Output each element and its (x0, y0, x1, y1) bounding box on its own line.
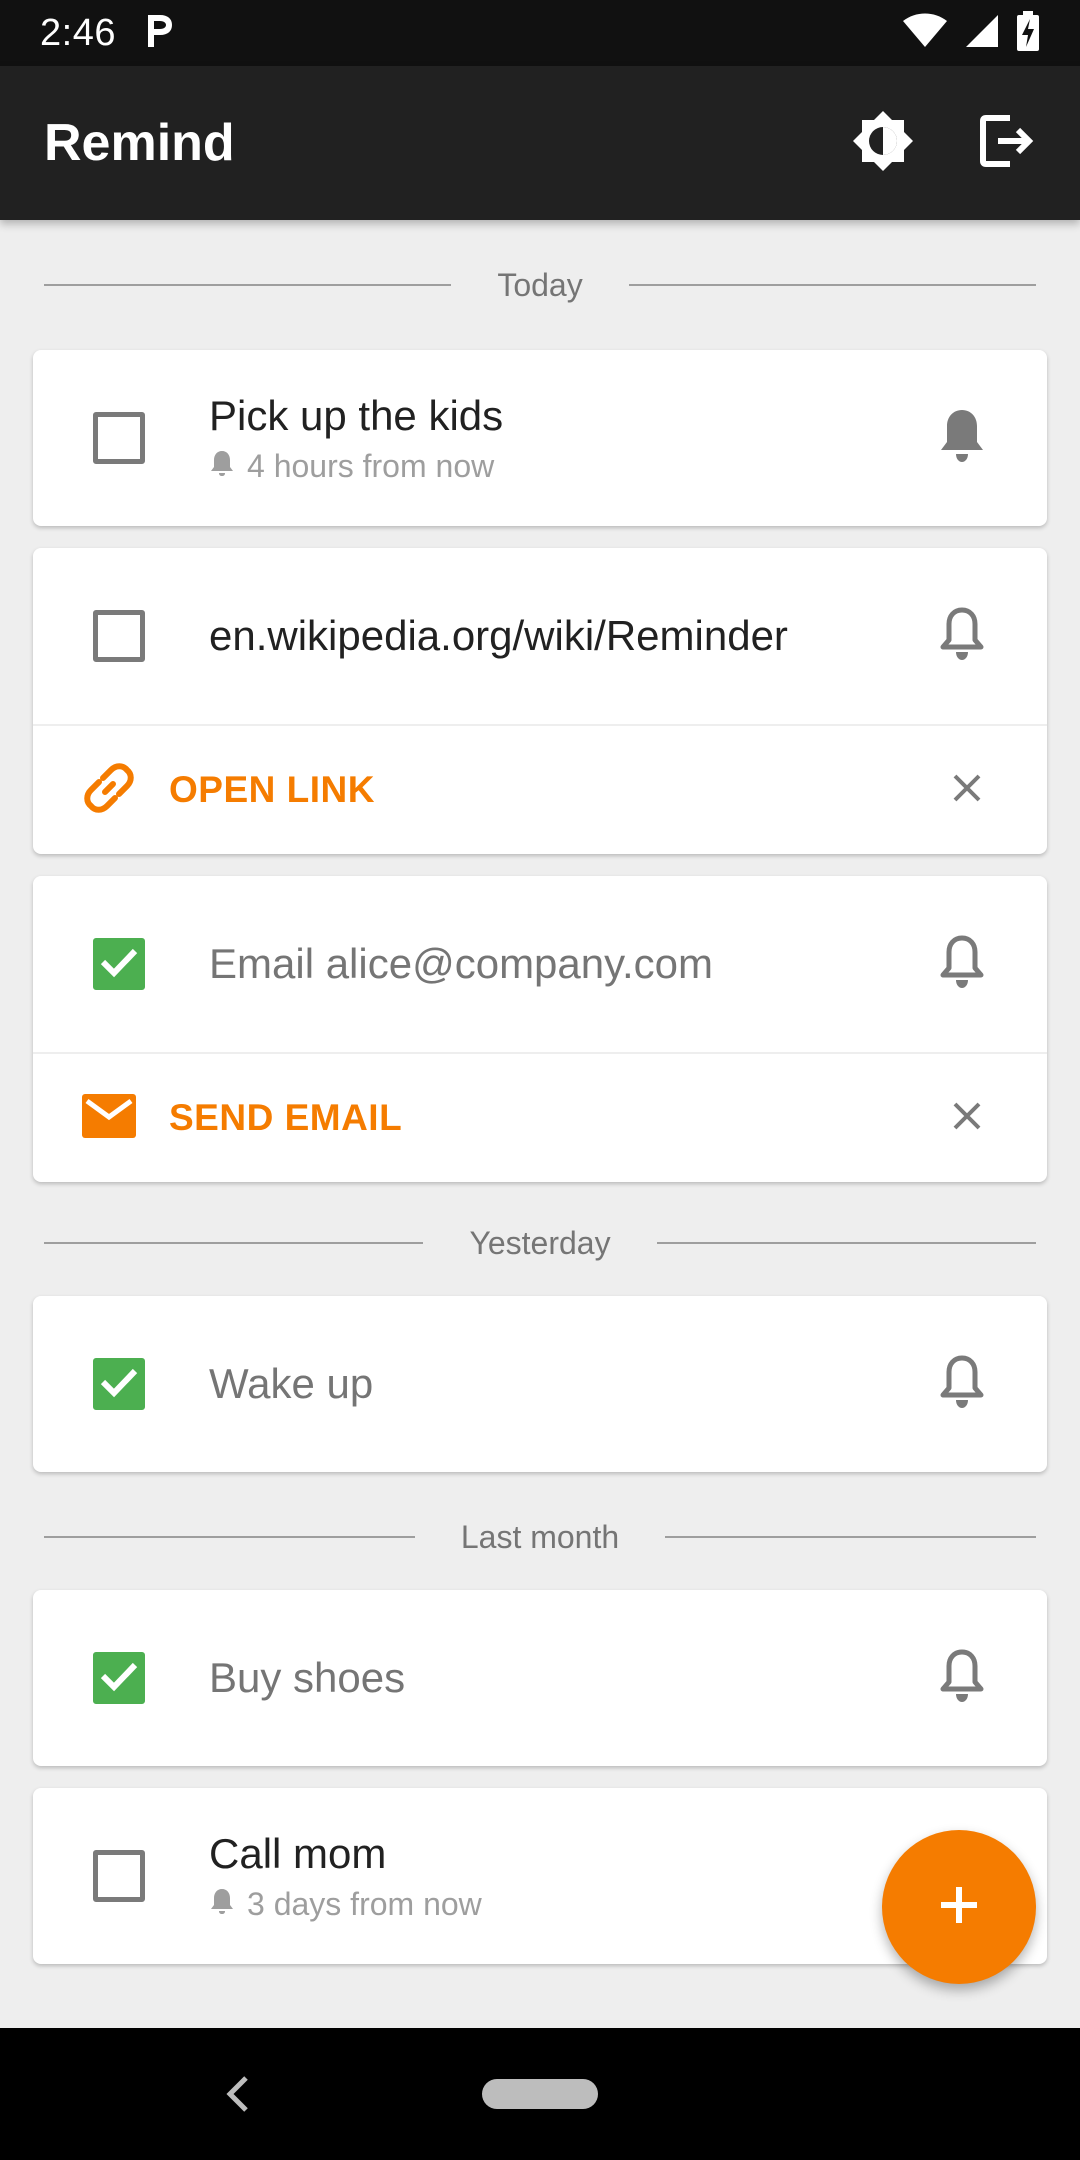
check-icon (99, 945, 139, 984)
email-icon (81, 1093, 137, 1144)
section-header-last-month: Last month (33, 1484, 1047, 1590)
home-button[interactable] (482, 2079, 598, 2109)
link-icon (81, 760, 137, 821)
reminder-due: 3 days from now (209, 1886, 992, 1923)
reminder-title: Email alice@company.com (209, 940, 714, 987)
reminder-title: Pick up the kids (209, 391, 504, 439)
navigation-bar (0, 2028, 1080, 2160)
divider (44, 284, 452, 286)
reminder-card[interactable]: Buy shoes (33, 1590, 1047, 1766)
parking-icon (144, 13, 174, 54)
reminder-bell-button[interactable] (932, 1354, 992, 1414)
reminder-title: en.wikipedia.org/wiki/Reminder (209, 612, 788, 659)
reminder-bell-button[interactable] (932, 1648, 992, 1708)
signal-icon (964, 13, 1000, 54)
reminder-bell-button[interactable] (932, 934, 992, 994)
reminder-checkbox[interactable] (93, 610, 145, 662)
check-icon (99, 1659, 139, 1698)
divider (665, 1536, 1036, 1538)
status-bar: 2:46 (0, 0, 1080, 66)
send-email-action[interactable]: SEND EMAIL (33, 1052, 1047, 1182)
bell-filled-icon (936, 406, 988, 471)
reminder-card[interactable]: Pick up the kids 4 hours from now (33, 350, 1047, 526)
divider (628, 284, 1037, 286)
divider (44, 1536, 415, 1538)
reminder-title: Call mom (209, 1829, 387, 1877)
reminder-list: Today Pick up the kids 4 hours from now (0, 220, 1080, 2028)
battery-icon (1016, 10, 1040, 56)
divider (656, 1242, 1037, 1244)
brightness-icon (852, 110, 914, 177)
section-label: Yesterday (469, 1224, 611, 1261)
section-label: Last month (460, 1518, 620, 1555)
reminder-due-text: 3 days from now (247, 1885, 482, 1922)
bell-outline-icon (936, 1646, 988, 1711)
small-bell-icon (209, 1886, 235, 1923)
reminder-title: Wake up (209, 1360, 374, 1407)
reminder-checkbox[interactable] (93, 938, 145, 990)
divider (44, 1242, 424, 1244)
section-header-yesterday: Yesterday (33, 1190, 1047, 1296)
small-bell-icon (209, 448, 235, 485)
reminder-due: 4 hours from now (209, 448, 932, 485)
section-header-today: Today (33, 220, 1047, 350)
reminder-card[interactable]: en.wikipedia.org/wiki/Reminder OPEN LINK (33, 548, 1047, 854)
reminder-checkbox[interactable] (93, 1850, 145, 1902)
dismiss-button[interactable] (937, 1088, 997, 1148)
reminder-title: Buy shoes (209, 1654, 406, 1701)
close-icon (951, 772, 983, 809)
section-label: Today (497, 266, 583, 303)
brightness-button[interactable] (850, 110, 916, 176)
back-button[interactable] (218, 2072, 258, 2116)
app-bar: Remind (0, 66, 1080, 220)
check-icon (99, 1365, 139, 1404)
bell-outline-icon (936, 604, 988, 669)
reminder-card[interactable]: Email alice@company.com SEND EMAIL (33, 876, 1047, 1182)
reminder-bell-button[interactable] (932, 606, 992, 666)
back-icon (218, 2076, 258, 2120)
add-reminder-button[interactable] (882, 1830, 1036, 1984)
reminder-card[interactable]: Wake up (33, 1296, 1047, 1472)
reminder-due-text: 4 hours from now (247, 447, 495, 484)
close-icon (951, 1100, 983, 1137)
dismiss-button[interactable] (937, 760, 997, 820)
bell-outline-icon (936, 932, 988, 997)
open-link-action[interactable]: OPEN LINK (33, 724, 1047, 854)
reminder-checkbox[interactable] (93, 1358, 145, 1410)
reminder-bell-button[interactable] (932, 408, 992, 468)
plus-icon (937, 1883, 981, 1932)
send-email-button[interactable]: SEND EMAIL (169, 1097, 937, 1139)
logout-icon (978, 112, 1036, 175)
open-link-button[interactable]: OPEN LINK (169, 769, 937, 811)
app-title: Remind (44, 114, 235, 172)
logout-button[interactable] (974, 110, 1040, 176)
wifi-icon (902, 13, 948, 54)
bell-outline-icon (936, 1352, 988, 1417)
reminder-checkbox[interactable] (93, 1652, 145, 1704)
reminder-checkbox[interactable] (93, 412, 145, 464)
status-time: 2:46 (40, 11, 116, 54)
